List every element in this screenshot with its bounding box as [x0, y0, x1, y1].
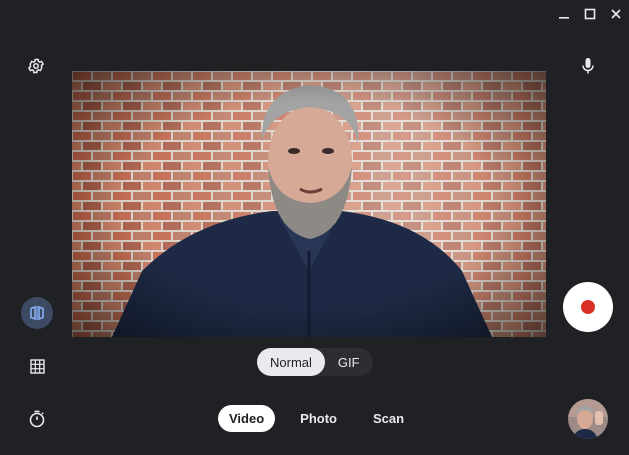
record-button[interactable] — [563, 282, 613, 332]
video-mode-gif[interactable]: GIF — [325, 348, 373, 376]
video-mode-normal[interactable]: Normal — [257, 348, 325, 376]
maximize-icon — [584, 8, 596, 20]
settings-button[interactable] — [20, 50, 52, 82]
mirror-icon — [30, 305, 44, 321]
gallery-thumbnail[interactable] — [568, 399, 608, 439]
mirror-toggle-button[interactable] — [21, 297, 53, 329]
tab-photo[interactable]: Photo — [289, 405, 348, 432]
video-mode-selector: Normal GIF — [257, 348, 373, 376]
camera-preview — [72, 71, 546, 337]
microphone-icon — [582, 58, 594, 74]
microphone-button[interactable] — [572, 50, 604, 82]
tab-video[interactable]: Video — [218, 405, 276, 432]
grid-icon — [29, 358, 45, 374]
gear-icon — [27, 58, 45, 74]
close-button[interactable] — [604, 4, 628, 24]
close-icon — [611, 9, 621, 19]
camera-feed-image — [72, 71, 546, 337]
title-bar — [0, 0, 629, 28]
tab-scan[interactable]: Scan — [362, 405, 415, 432]
timer-button[interactable] — [21, 403, 53, 435]
record-icon — [581, 300, 595, 314]
minimize-icon — [559, 17, 569, 19]
minimize-button[interactable] — [552, 4, 576, 24]
grid-button[interactable] — [21, 350, 53, 382]
timer-icon — [29, 410, 45, 428]
gallery-thumbnail-image — [568, 399, 608, 439]
capture-mode-tabs: Video Photo Scan — [218, 405, 429, 432]
maximize-button[interactable] — [578, 4, 602, 24]
